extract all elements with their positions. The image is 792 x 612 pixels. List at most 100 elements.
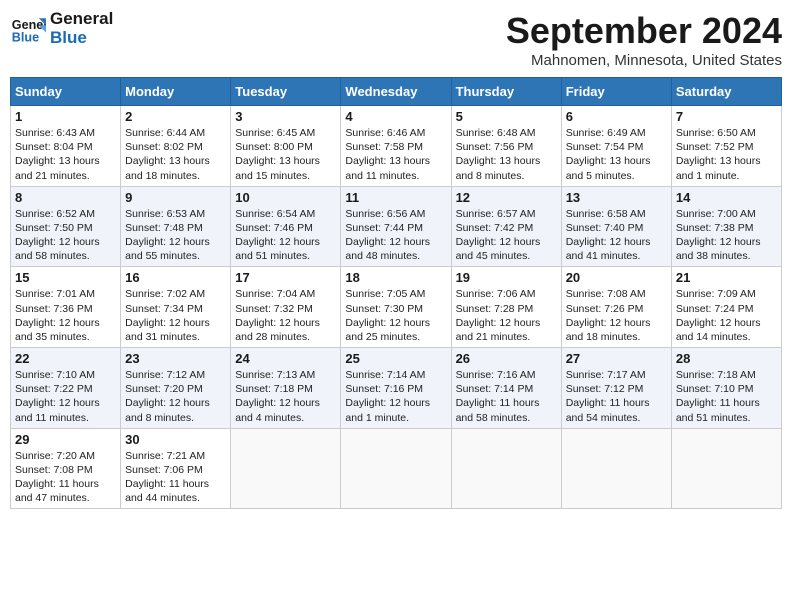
calendar-cell: 3 Sunrise: 6:45 AM Sunset: 8:00 PM Daylig…	[231, 106, 341, 187]
calendar-cell: 27 Sunrise: 7:17 AM Sunset: 7:12 PM Dayli…	[561, 348, 671, 429]
day-number: 19	[456, 270, 557, 285]
calendar-cell: 17 Sunrise: 7:04 AM Sunset: 7:32 PM Dayli…	[231, 267, 341, 348]
calendar-cell: 8Sunrise: 6:52 AM Sunset: 7:50 PM Daylig…	[11, 186, 121, 267]
title-area: September 2024 Mahnomen, Minnesota, Unit…	[506, 10, 782, 69]
svg-text:Blue: Blue	[12, 30, 39, 44]
day-info: Sunrise: 7:09 AM Sunset: 7:24 PM Dayligh…	[676, 287, 777, 344]
calendar-cell: 12 Sunrise: 6:57 AM Sunset: 7:42 PM Dayli…	[451, 186, 561, 267]
day-header-thursday: Thursday	[451, 78, 561, 106]
day-info: Sunrise: 6:45 AM Sunset: 8:00 PM Dayligh…	[235, 126, 336, 183]
day-info: Sunrise: 7:02 AM Sunset: 7:34 PM Dayligh…	[125, 287, 226, 344]
calendar-cell: 7 Sunrise: 6:50 AM Sunset: 7:52 PM Daylig…	[671, 106, 781, 187]
calendar-cell: 20 Sunrise: 7:08 AM Sunset: 7:26 PM Dayli…	[561, 267, 671, 348]
day-number: 6	[566, 109, 667, 124]
day-number: 14	[676, 190, 777, 205]
calendar-cell	[451, 428, 561, 509]
day-info: Sunrise: 6:49 AM Sunset: 7:54 PM Dayligh…	[566, 126, 667, 183]
day-info: Sunrise: 6:50 AM Sunset: 7:52 PM Dayligh…	[676, 126, 777, 183]
calendar-week-1: 1 Sunrise: 6:43 AM Sunset: 8:04 PM Daylig…	[11, 106, 782, 187]
day-number: 28	[676, 351, 777, 366]
day-number: 4	[345, 109, 446, 124]
logo-line2: Blue	[50, 29, 113, 48]
day-number: 1	[15, 109, 116, 124]
day-info: Sunrise: 7:18 AM Sunset: 7:10 PM Dayligh…	[676, 368, 777, 425]
calendar-cell: 18 Sunrise: 7:05 AM Sunset: 7:30 PM Dayli…	[341, 267, 451, 348]
calendar-cell: 9 Sunrise: 6:53 AM Sunset: 7:48 PM Daylig…	[121, 186, 231, 267]
calendar-cell	[231, 428, 341, 509]
calendar-cell: 26Sunrise: 7:16 AM Sunset: 7:14 PM Dayli…	[451, 348, 561, 429]
day-info: Sunrise: 7:17 AM Sunset: 7:12 PM Dayligh…	[566, 368, 667, 425]
calendar-cell: 10Sunrise: 6:54 AM Sunset: 7:46 PM Dayli…	[231, 186, 341, 267]
day-info: Sunrise: 7:00 AM Sunset: 7:38 PM Dayligh…	[676, 207, 777, 264]
calendar-header-row: SundayMondayTuesdayWednesdayThursdayFrid…	[11, 78, 782, 106]
location: Mahnomen, Minnesota, United States	[506, 52, 782, 69]
day-number: 13	[566, 190, 667, 205]
calendar-cell: 14 Sunrise: 7:00 AM Sunset: 7:38 PM Dayli…	[671, 186, 781, 267]
day-info: Sunrise: 7:10 AM Sunset: 7:22 PM Dayligh…	[15, 368, 116, 425]
day-info: Sunrise: 6:44 AM Sunset: 8:02 PM Dayligh…	[125, 126, 226, 183]
day-info: Sunrise: 6:56 AM Sunset: 7:44 PM Dayligh…	[345, 207, 446, 264]
calendar-cell: 24 Sunrise: 7:13 AM Sunset: 7:18 PM Dayli…	[231, 348, 341, 429]
day-number: 2	[125, 109, 226, 124]
calendar-cell: 19 Sunrise: 7:06 AM Sunset: 7:28 PM Dayli…	[451, 267, 561, 348]
day-info: Sunrise: 7:06 AM Sunset: 7:28 PM Dayligh…	[456, 287, 557, 344]
calendar-cell: 2 Sunrise: 6:44 AM Sunset: 8:02 PM Daylig…	[121, 106, 231, 187]
calendar-week-3: 15 Sunrise: 7:01 AM Sunset: 7:36 PM Dayli…	[11, 267, 782, 348]
day-header-sunday: Sunday	[11, 78, 121, 106]
day-number: 20	[566, 270, 667, 285]
day-info: Sunrise: 6:53 AM Sunset: 7:48 PM Dayligh…	[125, 207, 226, 264]
day-number: 17	[235, 270, 336, 285]
day-number: 30	[125, 432, 226, 447]
month-title: September 2024	[506, 10, 782, 52]
day-header-tuesday: Tuesday	[231, 78, 341, 106]
day-number: 22	[15, 351, 116, 366]
calendar-week-5: 29 Sunrise: 7:20 AM Sunset: 7:08 PM Dayli…	[11, 428, 782, 509]
page-header: General Blue General Blue September 2024…	[10, 10, 782, 69]
day-info: Sunrise: 6:46 AM Sunset: 7:58 PM Dayligh…	[345, 126, 446, 183]
calendar-cell	[671, 428, 781, 509]
calendar-cell	[341, 428, 451, 509]
day-info: Sunrise: 7:08 AM Sunset: 7:26 PM Dayligh…	[566, 287, 667, 344]
logo: General Blue General Blue	[10, 10, 113, 47]
day-info: Sunrise: 7:13 AM Sunset: 7:18 PM Dayligh…	[235, 368, 336, 425]
day-header-friday: Friday	[561, 78, 671, 106]
calendar-cell: 6 Sunrise: 6:49 AM Sunset: 7:54 PM Daylig…	[561, 106, 671, 187]
day-number: 26	[456, 351, 557, 366]
calendar-cell: 28 Sunrise: 7:18 AM Sunset: 7:10 PM Dayli…	[671, 348, 781, 429]
day-info: Sunrise: 6:54 AM Sunset: 7:46 PM Dayligh…	[235, 207, 336, 264]
day-number: 7	[676, 109, 777, 124]
day-info: Sunrise: 7:14 AM Sunset: 7:16 PM Dayligh…	[345, 368, 446, 425]
day-number: 18	[345, 270, 446, 285]
calendar-cell: 11 Sunrise: 6:56 AM Sunset: 7:44 PM Dayli…	[341, 186, 451, 267]
day-number: 29	[15, 432, 116, 447]
day-header-monday: Monday	[121, 78, 231, 106]
calendar-cell: 23Sunrise: 7:12 AM Sunset: 7:20 PM Dayli…	[121, 348, 231, 429]
day-header-saturday: Saturday	[671, 78, 781, 106]
day-info: Sunrise: 6:48 AM Sunset: 7:56 PM Dayligh…	[456, 126, 557, 183]
logo-icon: General Blue	[10, 11, 46, 47]
day-info: Sunrise: 6:57 AM Sunset: 7:42 PM Dayligh…	[456, 207, 557, 264]
day-number: 5	[456, 109, 557, 124]
day-number: 3	[235, 109, 336, 124]
day-info: Sunrise: 7:01 AM Sunset: 7:36 PM Dayligh…	[15, 287, 116, 344]
day-info: Sunrise: 6:43 AM Sunset: 8:04 PM Dayligh…	[15, 126, 116, 183]
day-info: Sunrise: 7:20 AM Sunset: 7:08 PM Dayligh…	[15, 449, 116, 506]
day-info: Sunrise: 6:52 AM Sunset: 7:50 PM Dayligh…	[15, 207, 116, 264]
day-info: Sunrise: 7:05 AM Sunset: 7:30 PM Dayligh…	[345, 287, 446, 344]
day-number: 12	[456, 190, 557, 205]
calendar-week-4: 22 Sunrise: 7:10 AM Sunset: 7:22 PM Dayli…	[11, 348, 782, 429]
calendar-cell: 1 Sunrise: 6:43 AM Sunset: 8:04 PM Daylig…	[11, 106, 121, 187]
day-info: Sunrise: 7:04 AM Sunset: 7:32 PM Dayligh…	[235, 287, 336, 344]
day-number: 24	[235, 351, 336, 366]
calendar-cell: 30 Sunrise: 7:21 AM Sunset: 7:06 PM Dayli…	[121, 428, 231, 509]
calendar-week-2: 8Sunrise: 6:52 AM Sunset: 7:50 PM Daylig…	[11, 186, 782, 267]
day-info: Sunrise: 7:21 AM Sunset: 7:06 PM Dayligh…	[125, 449, 226, 506]
calendar-cell	[561, 428, 671, 509]
day-number: 15	[15, 270, 116, 285]
day-number: 9	[125, 190, 226, 205]
day-number: 27	[566, 351, 667, 366]
day-header-wednesday: Wednesday	[341, 78, 451, 106]
calendar-cell: 5 Sunrise: 6:48 AM Sunset: 7:56 PM Daylig…	[451, 106, 561, 187]
day-info: Sunrise: 7:12 AM Sunset: 7:20 PM Dayligh…	[125, 368, 226, 425]
day-number: 11	[345, 190, 446, 205]
